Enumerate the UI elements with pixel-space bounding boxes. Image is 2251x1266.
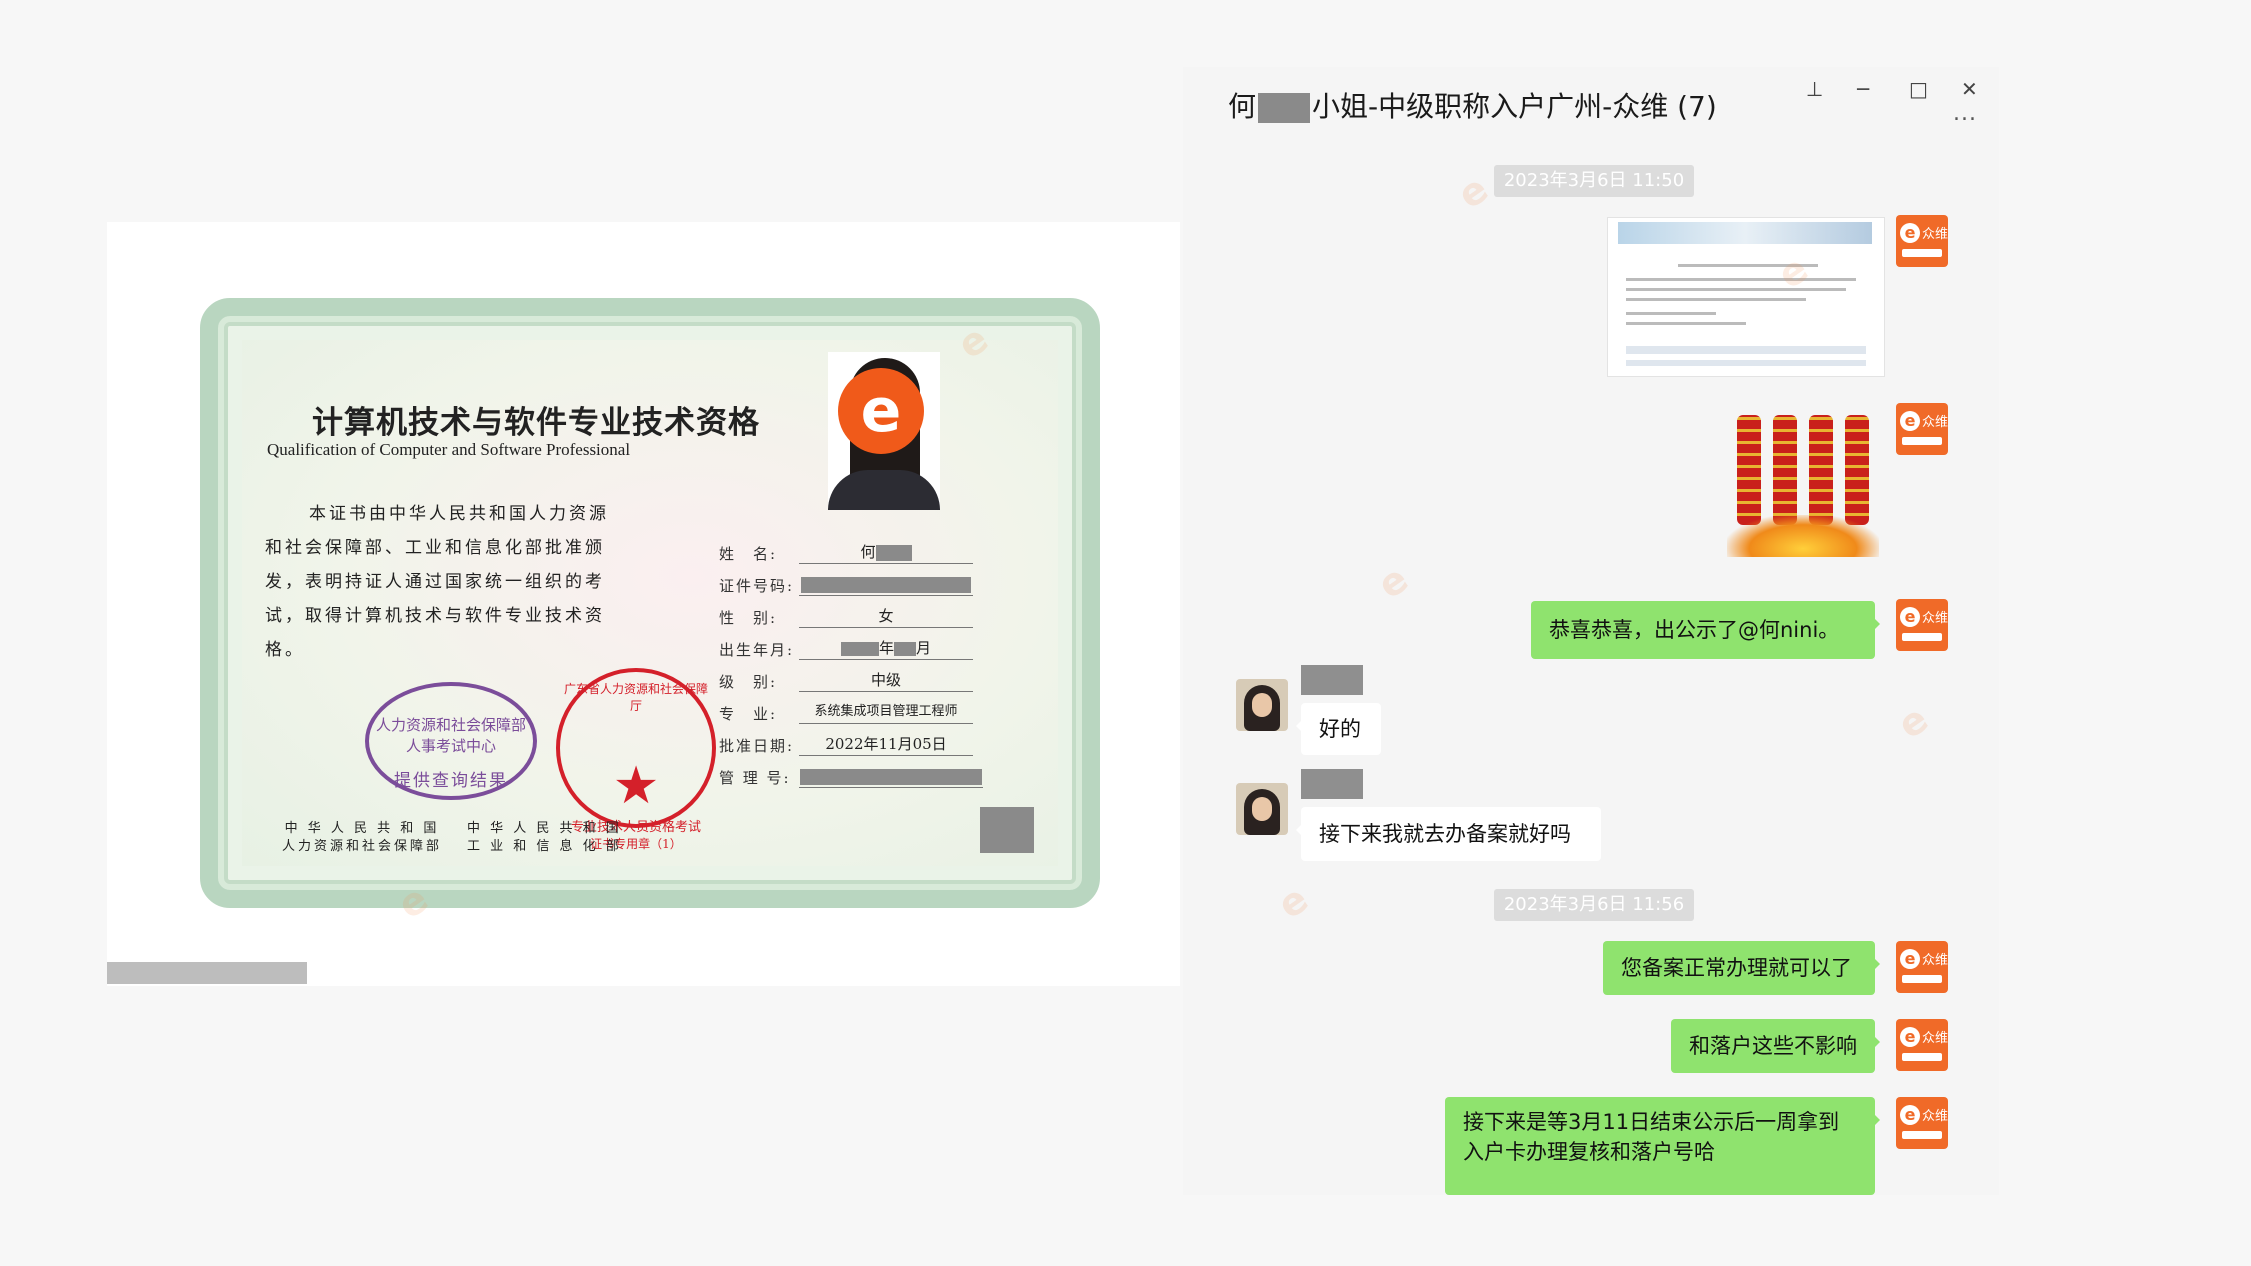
field-gender-value: 女 (799, 605, 973, 628)
field-approval-label: 批准日期: (719, 737, 795, 755)
field-id: 证件号码: (719, 572, 973, 596)
message-bubble-out[interactable]: 恭喜恭喜，出公示了@何nini。 (1531, 601, 1880, 659)
avatar-brand-text: 众维 (1922, 1109, 1948, 1124)
star-icon: ★ (612, 756, 660, 816)
field-name-label: 姓 名: (719, 545, 778, 563)
certificate-photo: e (828, 352, 940, 510)
brand-logo-icon: e (838, 368, 924, 454)
more-icon[interactable]: ... (1953, 101, 1977, 126)
message-bubble-out[interactable]: 和落户这些不影响 (1671, 1019, 1880, 1073)
avatar[interactable] (1236, 679, 1288, 731)
issuer-left-line2: 人力资源和社会保障部 (282, 839, 443, 854)
field-gender: 性 别: 女 (719, 604, 973, 628)
brand-logo-icon: e (1900, 949, 1920, 969)
avatar-brand-text: 众维 (1922, 953, 1948, 968)
redaction-block (107, 962, 307, 984)
firecracker-icon (1737, 415, 1761, 525)
message-line: 入户卡办理复核和落户号哈 (1463, 1140, 1715, 1164)
issuer-left-line1: 中 华 人 民 共 和 国 (284, 821, 440, 836)
sender-name-redacted (1301, 665, 1363, 695)
issuer-left: 中 华 人 民 共 和 国 人力资源和社会保障部 (282, 820, 442, 856)
avatar-brand-text: 众维 (1922, 415, 1948, 430)
field-level-value: 中级 (799, 669, 973, 692)
certificate-image: 计算机技术与软件专业技术资格 Qualification of Computer… (107, 222, 1180, 986)
avatar[interactable] (1236, 783, 1288, 835)
field-level-label: 级 别: (719, 673, 778, 691)
red-seal: 广东省人力资源和社会保障厅 ★ 专业技术人员资格考试 证书专用章（1） (556, 668, 716, 851)
pin-icon[interactable]: ⊥ (1806, 77, 1823, 101)
avatar[interactable]: e 众维 (1896, 403, 1948, 455)
chat-window: 何 小姐-中级职称入户广州-众维 (7) ⊥ ─ □ ✕ ... 2023年3月6… (1183, 67, 1999, 1195)
message-bubble-out[interactable]: 您备案正常办理就可以了 (1603, 941, 1880, 995)
field-id-label: 证件号码: (719, 577, 795, 595)
brand-logo-icon: e (1900, 1027, 1920, 1047)
brand-logo-icon: e (1900, 411, 1920, 431)
message-line: 接下来是等3月11日结束公示后一周拿到 (1463, 1110, 1840, 1134)
message-bubble-in[interactable]: 好的 (1296, 703, 1381, 755)
maximize-icon[interactable]: □ (1909, 77, 1928, 101)
field-major: 专 业: 系统集成项目管理工程师 (719, 700, 973, 724)
redaction-block (875, 545, 912, 561)
sender-name-redacted (1301, 769, 1363, 799)
field-birth: 出生年月: 年 月 (719, 636, 973, 660)
brand-logo-icon: e (1900, 223, 1920, 243)
message-image-document[interactable] (1607, 217, 1885, 377)
purple-seal-line1: 人力资源和社会保障部人事考试中心 (375, 716, 526, 755)
field-name: 姓 名: 何 (719, 540, 973, 564)
field-major-value: 系统集成项目管理工程师 (799, 701, 973, 724)
avatar-brand-text: 众维 (1922, 1031, 1948, 1046)
brand-logo-icon: e (1900, 607, 1920, 627)
birth-month-suffix: 月 (916, 639, 932, 657)
avatar[interactable]: e 众维 (1896, 941, 1948, 993)
chat-title-suffix: 小姐-中级职称入户广州-众维 (7) (1312, 90, 1717, 123)
minimize-icon[interactable]: ─ (1857, 77, 1869, 101)
field-approval: 批准日期: 2022年11月05日 (719, 732, 973, 756)
issuer-right: 中 华 人 民 共 和 国 工 业 和 信 息 化 部 (467, 820, 622, 856)
message-bubble-out[interactable]: 接下来是等3月11日结束公示后一周拿到 入户卡办理复核和落户号哈 (1445, 1097, 1880, 1195)
avatar[interactable]: e 众维 (1896, 1097, 1948, 1149)
red-seal-line1: 广东省人力资源和社会保障厅 (563, 682, 708, 713)
birth-year-suffix: 年 (878, 639, 894, 657)
redaction-block (980, 807, 1034, 853)
field-major-label: 专 业: (719, 705, 778, 723)
avatar-brand-text: 众维 (1922, 227, 1948, 242)
timestamp: 2023年3月6日 11:56 (1494, 889, 1694, 921)
field-level: 级 别: 中级 (719, 668, 973, 692)
certificate-title: 计算机技术与软件专业技术资格 (312, 405, 760, 441)
chat-title-prefix: 何 (1228, 90, 1257, 123)
timestamp: 2023年3月6日 11:50 (1494, 165, 1694, 197)
message-image-firecrackers[interactable] (1727, 407, 1879, 557)
close-icon[interactable]: ✕ (1961, 77, 1978, 101)
field-approval-value: 2022年11月05日 (799, 733, 973, 756)
redaction-block (1258, 93, 1311, 123)
certificate-subtitle: Qualification of Computer and Software P… (267, 440, 631, 459)
field-gender-label: 性 别: (719, 609, 778, 627)
redaction-block (801, 577, 971, 593)
certificate-body-text: 本证书由中华人民共和国人力资源和社会保障部、工业和信息化部批准颁发，表明持证人通… (265, 504, 609, 660)
flame-icon (1727, 515, 1879, 557)
avatar-brand-text: 众维 (1922, 611, 1948, 626)
firecracker-icon (1773, 415, 1797, 525)
field-name-value: 何 (860, 543, 876, 561)
firecracker-icon (1809, 415, 1833, 525)
avatar[interactable]: e 众维 (1896, 599, 1948, 651)
field-mgmt-label: 管 理 号: (719, 769, 791, 787)
purple-seal: 人力资源和社会保障部人事考试中心 提供查询结果 (365, 682, 537, 800)
issuer-right-line1: 中 华 人 民 共 和 国 (467, 821, 622, 836)
chat-title: 何 小姐-中级职称入户广州-众维 (7) (1228, 85, 1717, 125)
redaction-block (894, 642, 916, 656)
avatar[interactable]: e 众维 (1896, 215, 1948, 267)
message-bubble-in[interactable]: 接下来我就去办备案就好吗 (1296, 807, 1601, 861)
redaction-block (800, 769, 982, 785)
issuer-right-line2: 工 业 和 信 息 化 部 (467, 839, 622, 854)
redaction-block (840, 642, 879, 656)
field-mgmt: 管 理 号: (719, 764, 983, 788)
brand-logo-icon: e (1900, 1105, 1920, 1125)
purple-seal-line2: 提供查询结果 (394, 771, 508, 791)
avatar[interactable]: e 众维 (1896, 1019, 1948, 1071)
field-birth-label: 出生年月: (719, 641, 795, 659)
firecracker-icon (1845, 415, 1869, 525)
